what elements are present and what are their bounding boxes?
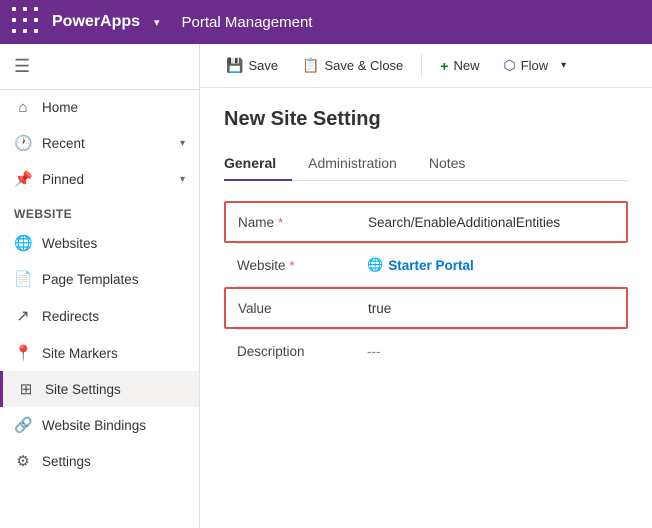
sidebar-label-redirects: Redirects (42, 309, 185, 324)
tab-general[interactable]: General (224, 147, 292, 181)
name-field-row: Name* Search/EnableAdditionalEntities (224, 201, 628, 243)
tab-administration[interactable]: Administration (292, 147, 413, 181)
website-field-row: Website* 🌐 Starter Portal (224, 244, 628, 286)
new-button[interactable]: + New (430, 53, 489, 79)
sidebar-item-home[interactable]: ⌂ Home (0, 90, 199, 125)
page-templates-icon: 📄 (14, 270, 32, 288)
sidebar-item-pinned[interactable]: 📌 Pinned ▾ (0, 161, 199, 197)
flow-chevron-icon[interactable]: ▾ (561, 60, 566, 71)
app-name: PowerApps (52, 13, 140, 31)
site-markers-icon: 📍 (14, 344, 32, 362)
hamburger-icon[interactable]: ☰ (0, 44, 199, 90)
name-required-marker: * (278, 215, 283, 230)
flow-button[interactable]: ⬡ Flow (493, 52, 558, 79)
toolbar-divider (421, 54, 422, 78)
main-layout: ☰ ⌂ Home 🕐 Recent ▾ 📌 Pinned ▾ Website 🌐… (0, 44, 652, 528)
save-close-button[interactable]: 📋 Save & Close (292, 52, 413, 79)
save-button[interactable]: 💾 Save (216, 52, 288, 79)
toolbar: 💾 Save 📋 Save & Close + New ⬡ Flow ▾ (200, 44, 652, 88)
portal-name: Portal Management (182, 14, 313, 31)
content-area: 💾 Save 📋 Save & Close + New ⬡ Flow ▾ (200, 44, 652, 528)
new-icon: + (440, 58, 448, 74)
save-close-label: Save & Close (325, 58, 404, 73)
settings-icon: ⚙ (14, 452, 32, 470)
sidebar-label-pinned: Pinned (42, 172, 170, 187)
globe-icon: 🌐 (367, 257, 383, 273)
recent-icon: 🕐 (14, 134, 32, 152)
description-field-row: Description --- (224, 330, 628, 372)
redirects-icon: ↗ (14, 306, 32, 326)
description-label: Description (237, 344, 367, 359)
new-label: New (453, 58, 479, 73)
apps-grid-icon[interactable] (12, 7, 42, 37)
flow-icon: ⬡ (503, 57, 515, 74)
sidebar-item-websites[interactable]: 🌐 Websites (0, 225, 199, 261)
sidebar-section-website: Website (0, 197, 199, 225)
website-label: Website* (237, 258, 367, 273)
name-value[interactable]: Search/EnableAdditionalEntities (368, 215, 614, 230)
form-section: Name* Search/EnableAdditionalEntities We… (224, 201, 628, 372)
pinned-icon: 📌 (14, 170, 32, 188)
value-label: Value (238, 301, 368, 316)
sidebar-item-website-bindings[interactable]: 🔗 Website Bindings (0, 407, 199, 443)
value-value[interactable]: true (368, 301, 614, 316)
save-label: Save (248, 58, 278, 73)
sidebar-item-site-settings[interactable]: ⊞ Site Settings (0, 371, 199, 407)
sidebar-label-websites: Websites (42, 236, 185, 251)
tab-notes[interactable]: Notes (413, 147, 482, 181)
page-content: New Site Setting General Administration … (200, 88, 652, 528)
sidebar-label-page-templates: Page Templates (42, 272, 185, 287)
save-close-icon: 📋 (302, 57, 319, 74)
sidebar-label-settings: Settings (42, 454, 185, 469)
save-icon: 💾 (226, 57, 243, 74)
website-required-marker: * (290, 258, 295, 273)
sidebar-item-page-templates[interactable]: 📄 Page Templates (0, 261, 199, 297)
sidebar-label-website-bindings: Website Bindings (42, 418, 185, 433)
page-title: New Site Setting (224, 108, 628, 131)
app-chevron-icon[interactable]: ▾ (154, 16, 160, 29)
sidebar-label-site-settings: Site Settings (45, 382, 185, 397)
sidebar-label-site-markers: Site Markers (42, 346, 185, 361)
flow-button-group: ⬡ Flow ▾ (493, 52, 566, 79)
sidebar-label-recent: Recent (42, 136, 170, 151)
pinned-chevron-icon: ▾ (180, 174, 185, 185)
website-value[interactable]: 🌐 Starter Portal (367, 257, 615, 273)
sidebar-item-settings[interactable]: ⚙ Settings (0, 443, 199, 479)
name-label: Name* (238, 215, 368, 230)
recent-chevron-icon: ▾ (180, 138, 185, 149)
sidebar: ☰ ⌂ Home 🕐 Recent ▾ 📌 Pinned ▾ Website 🌐… (0, 44, 200, 528)
sidebar-item-site-markers[interactable]: 📍 Site Markers (0, 335, 199, 371)
top-bar: PowerApps ▾ Portal Management (0, 0, 652, 44)
value-field-row: Value true (224, 287, 628, 329)
tabs: General Administration Notes (224, 147, 628, 181)
websites-icon: 🌐 (14, 234, 32, 252)
description-value[interactable]: --- (367, 344, 615, 359)
sidebar-label-home: Home (42, 100, 185, 115)
home-icon: ⌂ (14, 99, 32, 116)
sidebar-item-redirects[interactable]: ↗ Redirects (0, 297, 199, 335)
flow-label: Flow (521, 58, 548, 73)
site-settings-icon: ⊞ (17, 380, 35, 398)
sidebar-item-recent[interactable]: 🕐 Recent ▾ (0, 125, 199, 161)
website-bindings-icon: 🔗 (14, 416, 32, 434)
